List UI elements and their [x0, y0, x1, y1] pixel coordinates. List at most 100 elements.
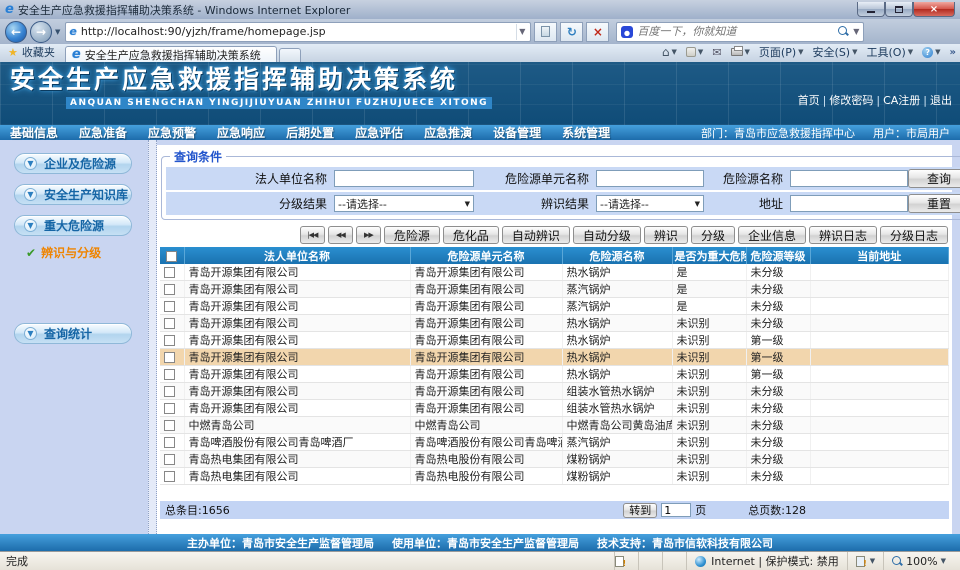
read-mail-button[interactable]: ✉	[712, 46, 721, 59]
tab-active[interactable]: e 安全生产应急救援指挥辅助决策系统	[65, 46, 277, 62]
next-page-button[interactable]: ▶▶	[356, 226, 381, 244]
row-checkbox[interactable]	[164, 437, 175, 448]
menu-item-3[interactable]: 应急响应	[217, 124, 265, 141]
change-zoom-button[interactable]: ▼	[847, 552, 883, 570]
table-row[interactable]: 青岛开源集团有限公司青岛开源集团有限公司热水锅炉未识别第一级	[160, 332, 949, 349]
new-tab-button[interactable]	[279, 48, 301, 62]
table-row[interactable]: 青岛啤酒股份有限公司青岛啤酒厂青岛啤酒股份有限公司青岛啤酒厂蒸汽锅炉未识别未分级	[160, 434, 949, 451]
close-button[interactable]: ×	[913, 2, 955, 17]
table-row[interactable]: 青岛开源集团有限公司青岛开源集团有限公司热水锅炉未识别第一级	[160, 349, 949, 366]
search-button[interactable]: 查询	[908, 169, 960, 188]
menu-item-8[interactable]: 系统管理	[562, 124, 610, 141]
back-button[interactable]: ←	[5, 21, 27, 43]
address-input[interactable]: e http://localhost:90/yjzh/frame/homepag…	[65, 22, 531, 42]
toolbar-button-2[interactable]: 自动辨识	[502, 226, 570, 244]
toolbar-button-3[interactable]: 自动分级	[573, 226, 641, 244]
toolbar-button-6[interactable]: 企业信息	[738, 226, 806, 244]
sidebar-subitem-identify-grade[interactable]: ✔ 辨识与分级	[26, 244, 148, 261]
address-dropdown-icon[interactable]: ▼	[516, 24, 527, 40]
page-menu-button[interactable]: 页面(P)▼	[759, 44, 804, 60]
row-checkbox[interactable]	[164, 352, 175, 363]
toolbar-button-1[interactable]: 危化品	[443, 226, 499, 244]
menu-item-6[interactable]: 应急推演	[424, 124, 472, 141]
tools-menu-button[interactable]: 工具(O)▼	[867, 44, 914, 60]
toolbar-button-8[interactable]: 分级日志	[880, 226, 948, 244]
zoom-level-button[interactable]: 100% ▼	[883, 552, 954, 570]
menu-item-1[interactable]: 应急准备	[79, 124, 127, 141]
sidebar-item-major-hazard[interactable]: ▼ 重大危险源	[14, 215, 132, 236]
feeds-button[interactable]: ▼	[686, 47, 703, 57]
row-checkbox[interactable]	[164, 403, 175, 414]
row-checkbox[interactable]	[164, 471, 175, 482]
banner-link-1[interactable]: 修改密码	[829, 92, 873, 108]
forward-button[interactable]: →	[30, 21, 52, 43]
help-menu-button[interactable]: ?▼	[922, 47, 940, 58]
search-input[interactable]	[637, 25, 834, 38]
search-icon[interactable]	[838, 26, 849, 37]
table-row[interactable]: 青岛开源集团有限公司青岛开源集团有限公司热水锅炉未识别未分级	[160, 315, 949, 332]
address-input[interactable]	[790, 195, 908, 212]
grade-result-select[interactable]: --请选择-- ▼	[334, 195, 474, 212]
cell-unit: 中燃青岛公司	[410, 417, 562, 434]
table-row[interactable]: 中燃青岛公司中燃青岛公司中燃青岛公司黄岛油库锅炉未识别未分级	[160, 417, 949, 434]
cell-grade: 未分级	[746, 434, 810, 451]
menu-item-5[interactable]: 应急评估	[355, 124, 403, 141]
row-checkbox[interactable]	[164, 420, 175, 431]
maximize-button[interactable]	[885, 2, 913, 17]
table-row[interactable]: 青岛开源集团有限公司青岛开源集团有限公司组装水管热水锅炉未识别未分级	[160, 400, 949, 417]
sidebar-item-query-stats[interactable]: ▼ 查询统计	[14, 323, 132, 344]
row-checkbox[interactable]	[164, 335, 175, 346]
menu-item-0[interactable]: 基础信息	[10, 124, 58, 141]
first-page-button[interactable]: |◀◀	[300, 226, 325, 244]
cell-legal: 中燃青岛公司	[184, 417, 410, 434]
banner-link-2[interactable]: CA注册	[883, 92, 920, 108]
reset-button[interactable]: 重置	[908, 194, 960, 213]
safety-menu-button[interactable]: 安全(S)▼	[813, 44, 858, 60]
row-checkbox[interactable]	[164, 386, 175, 397]
row-checkbox[interactable]	[164, 301, 175, 312]
table-row[interactable]: 青岛热电集团有限公司青岛热电股份有限公司煤粉锅炉未识别未分级	[160, 451, 949, 468]
goto-page-button[interactable]: 转到	[623, 503, 657, 518]
compatibility-view-button[interactable]	[534, 22, 557, 42]
minimize-button[interactable]	[857, 2, 885, 17]
hazard-name-input[interactable]	[790, 170, 908, 187]
identify-result-select[interactable]: --请选择-- ▼	[596, 195, 704, 212]
sidebar-splitter[interactable]	[148, 140, 157, 534]
menu-item-2[interactable]: 应急预警	[148, 124, 196, 141]
banner-link-3[interactable]: 退出	[930, 92, 952, 108]
stop-button[interactable]: ×	[586, 22, 609, 42]
menu-item-7[interactable]: 设备管理	[493, 124, 541, 141]
menu-item-4[interactable]: 后期处置	[286, 124, 334, 141]
prev-page-button[interactable]: ◀◀	[328, 226, 353, 244]
page-number-input[interactable]	[661, 503, 691, 517]
favorites-button[interactable]: ★ 收藏夹	[4, 44, 63, 62]
toolbar-button-7[interactable]: 辨识日志	[809, 226, 877, 244]
search-box[interactable]: ▼	[616, 22, 864, 42]
toolbar-button-4[interactable]: 辨识	[644, 226, 688, 244]
hazard-unit-input[interactable]	[596, 170, 704, 187]
legal-entity-input[interactable]	[334, 170, 474, 187]
more-commands-button[interactable]: »	[950, 47, 956, 58]
home-button[interactable]: ⌂▼	[662, 45, 677, 59]
toolbar-button-0[interactable]: 危险源	[384, 226, 440, 244]
nav-history-dropdown-icon[interactable]: ▼	[55, 28, 60, 36]
select-all-checkbox[interactable]	[166, 251, 177, 262]
banner-link-0[interactable]: 首页	[798, 92, 820, 108]
sidebar-item-enterprise-hazard[interactable]: ▼ 企业及危险源	[14, 153, 132, 174]
table-row[interactable]: 青岛开源集团有限公司青岛开源集团有限公司蒸汽锅炉是未分级	[160, 298, 949, 315]
sidebar-item-knowledge-base[interactable]: ▼ 安全生产知识库	[14, 184, 132, 205]
row-checkbox[interactable]	[164, 284, 175, 295]
row-checkbox[interactable]	[164, 454, 175, 465]
print-button[interactable]: ▼	[731, 48, 750, 56]
table-row[interactable]: 青岛开源集团有限公司青岛开源集团有限公司组装水管热水锅炉未识别未分级	[160, 383, 949, 400]
table-row[interactable]: 青岛热电集团有限公司青岛热电股份有限公司煤粉锅炉未识别未分级	[160, 468, 949, 485]
row-checkbox[interactable]	[164, 318, 175, 329]
refresh-button[interactable]: ↻	[560, 22, 583, 42]
row-checkbox[interactable]	[164, 267, 175, 278]
toolbar-button-5[interactable]: 分级	[691, 226, 735, 244]
search-dropdown-icon[interactable]: ▼	[853, 27, 859, 36]
table-row[interactable]: 青岛开源集团有限公司青岛开源集团有限公司蒸汽锅炉是未分级	[160, 281, 949, 298]
table-row[interactable]: 青岛开源集团有限公司青岛开源集团有限公司热水锅炉是未分级	[160, 264, 949, 281]
table-row[interactable]: 青岛开源集团有限公司青岛开源集团有限公司热水锅炉未识别第一级	[160, 366, 949, 383]
row-checkbox[interactable]	[164, 369, 175, 380]
